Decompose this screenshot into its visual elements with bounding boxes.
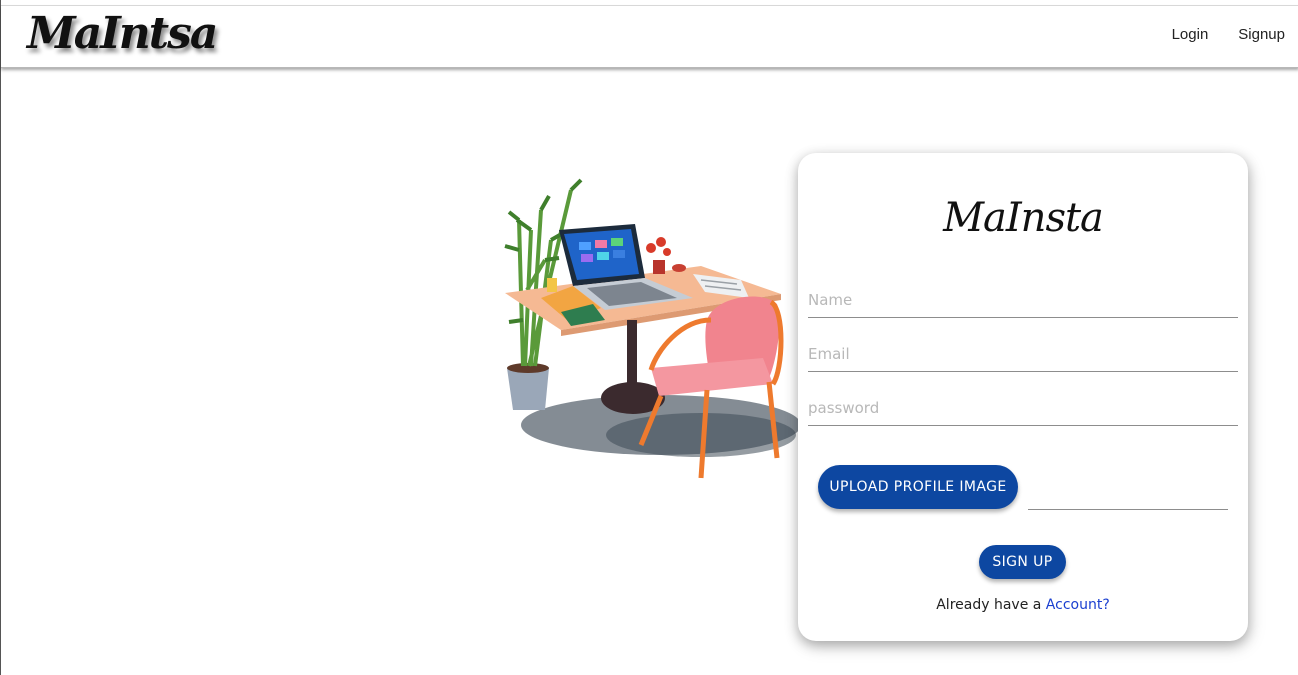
- nav-link-signup[interactable]: Signup: [1238, 26, 1285, 43]
- password-field[interactable]: [808, 391, 1238, 426]
- card-brand-logo: MaInsta: [943, 195, 1104, 241]
- navbar-brand-logo[interactable]: MaIntsa: [27, 8, 218, 59]
- file-path-input[interactable]: [1028, 473, 1228, 510]
- email-field[interactable]: [808, 337, 1238, 372]
- sign-up-button[interactable]: SIGN UP: [979, 545, 1066, 579]
- workspace-illustration: [504, 178, 801, 479]
- already-text: Already have a: [936, 597, 1042, 613]
- nav-links: Login Signup: [1172, 26, 1285, 43]
- already-have-account: Already have a Account?: [798, 597, 1248, 613]
- signup-card: MaInsta UPLOAD PROFILE IMAGE SIGN UP Alr…: [798, 153, 1248, 641]
- name-field[interactable]: [808, 283, 1238, 318]
- navbar: MaIntsa Login Signup: [1, 6, 1298, 68]
- page: MaIntsa Login Signup MaInsta Name Email …: [0, 0, 1298, 675]
- account-link[interactable]: Account?: [1046, 597, 1110, 613]
- upload-profile-image-button[interactable]: UPLOAD PROFILE IMAGE: [818, 465, 1018, 509]
- nav-link-login[interactable]: Login: [1172, 26, 1209, 43]
